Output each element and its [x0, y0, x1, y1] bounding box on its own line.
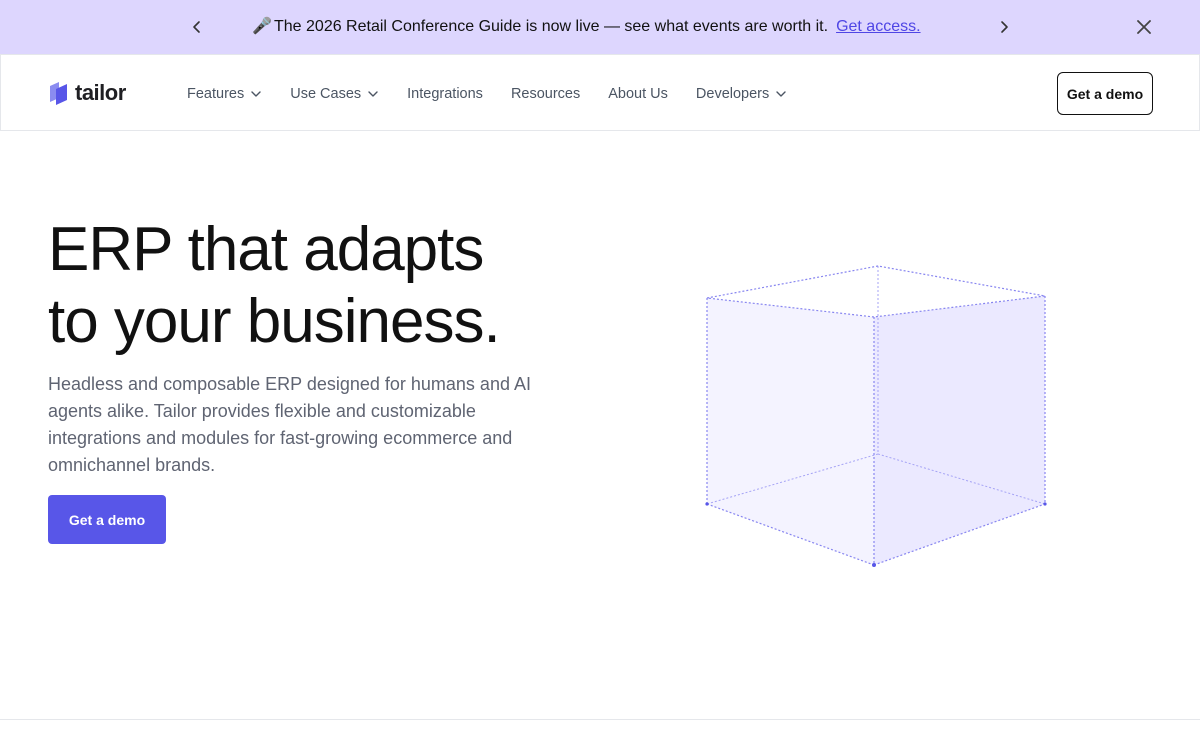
nav-item-label: Resources	[510, 86, 581, 102]
hero-subtitle: Headless and composable ERP designed for…	[48, 374, 531, 475]
nav-menu: Features Use Cases Integrations Resource…	[187, 83, 815, 105]
nav-item-label: Developers	[695, 86, 770, 102]
nav-item-integrations[interactable]: Integrations	[407, 86, 483, 102]
section-divider	[0, 719, 1200, 720]
nav-item-label: Use Cases	[290, 86, 362, 102]
hero-get-demo-button[interactable]: Get a demo	[48, 495, 166, 544]
nav-item-label: About Us	[608, 86, 668, 102]
previous-announcement-button[interactable]	[184, 14, 210, 40]
hero-title: ERP that adapts to your business.	[48, 214, 608, 358]
next-announcement-button[interactable]	[991, 14, 1017, 40]
announcement-bar: 🎤 The 2026 Retail Conference Guide is now…	[0, 0, 1200, 54]
chevron-down-icon	[251, 91, 261, 97]
chevron-down-icon	[368, 91, 378, 97]
hero-title-line-1: ERP that adapts	[48, 215, 484, 284]
nav-item-features[interactable]: Features	[187, 86, 262, 102]
nav-get-demo-button[interactable]: Get a demo	[1057, 72, 1153, 115]
tailor-logo-icon	[50, 82, 67, 105]
chevron-left-icon	[193, 21, 200, 33]
announcement-text: The 2026 Retail Conference Guide is now …	[274, 18, 829, 35]
nav-item-label: Features	[187, 86, 245, 102]
nav-item-use-cases[interactable]: Use Cases	[290, 86, 379, 102]
nav-item-about-us[interactable]: About Us	[608, 86, 668, 102]
chevron-right-icon	[1001, 21, 1008, 33]
hero-title-line-2: to your business.	[48, 287, 501, 356]
nav-item-developers[interactable]: Developers	[696, 86, 787, 102]
tailor-logo[interactable]: tailor	[49, 79, 126, 107]
nav-item-label: Integrations	[407, 86, 483, 102]
main-navigation: tailor Features Use Cases Integrations R…	[0, 54, 1200, 131]
microphone-icon: 🎤	[252, 18, 272, 35]
cube-illustration	[705, 265, 1047, 567]
logo-text: tailor	[75, 80, 126, 105]
nav-item-resources[interactable]: Resources	[511, 86, 580, 102]
announcement-message: 🎤 The 2026 Retail Conference Guide is now…	[252, 16, 921, 38]
close-icon	[1137, 20, 1151, 34]
close-announcement-button[interactable]	[1131, 14, 1157, 40]
get-access-link[interactable]: Get access.	[836, 18, 920, 35]
chevron-down-icon	[776, 91, 786, 97]
